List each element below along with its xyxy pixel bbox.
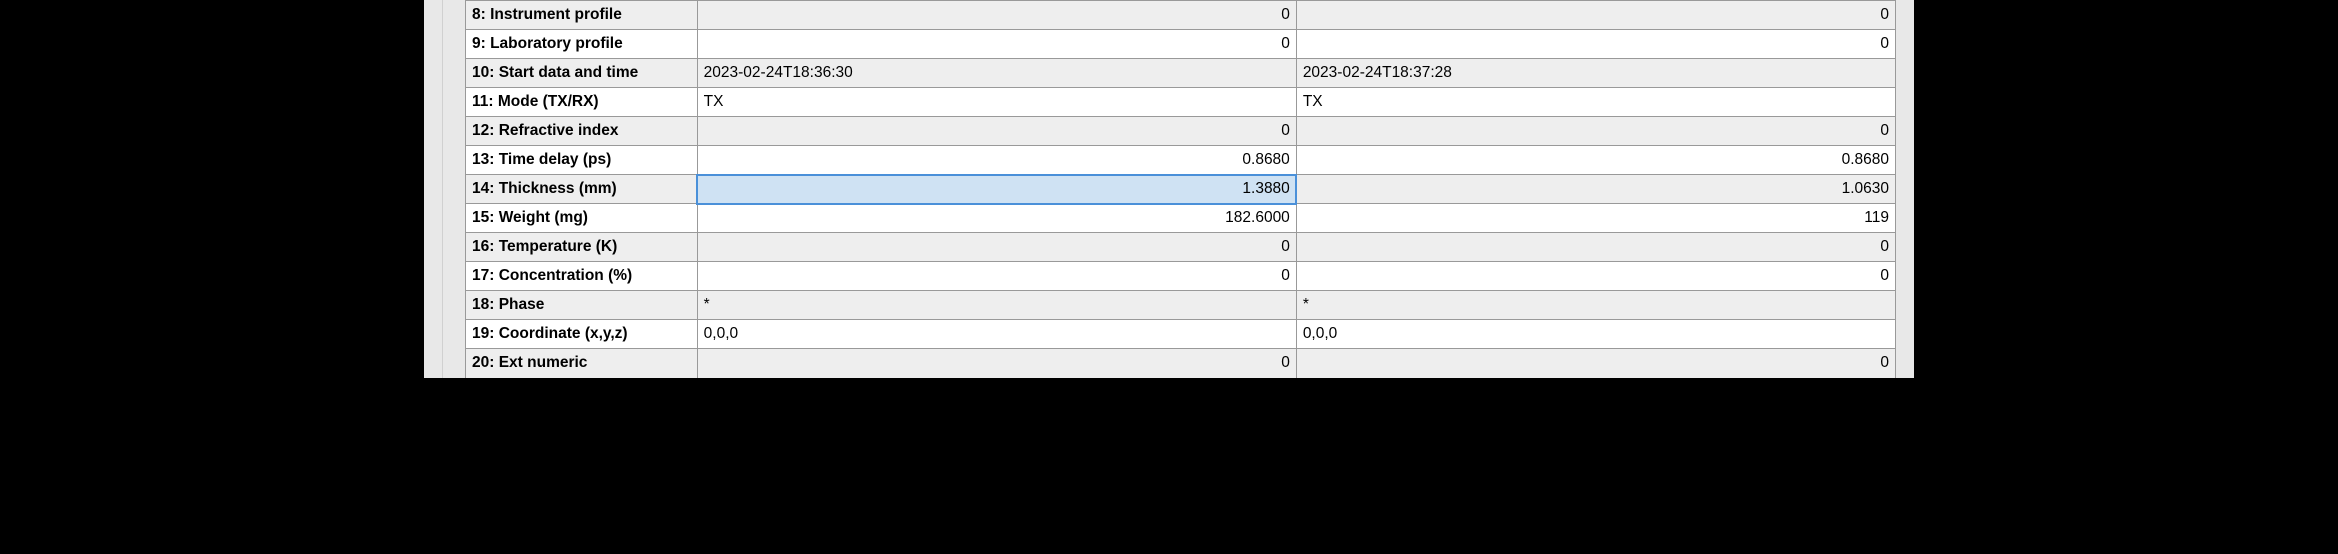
cell-col2[interactable]: 0	[1296, 349, 1895, 378]
row-label: 18: Phase	[466, 291, 698, 320]
cell-col2[interactable]: 0	[1296, 1, 1895, 30]
properties-table: 8: Instrument profile009: Laboratory pro…	[465, 0, 1896, 378]
table-row: 14: Thickness (mm)1.38801.0630	[466, 175, 1896, 204]
row-label: 11: Mode (TX/RX)	[466, 88, 698, 117]
table-row: 10: Start data and time2023-02-24T18:36:…	[466, 59, 1896, 88]
row-label: 16: Temperature (K)	[466, 233, 698, 262]
cell-col2[interactable]: 0	[1296, 233, 1895, 262]
cell-col2[interactable]: 0	[1296, 262, 1895, 291]
table-row: 17: Concentration (%)00	[466, 262, 1896, 291]
row-label: 17: Concentration (%)	[466, 262, 698, 291]
table-row: 15: Weight (mg)182.6000119	[466, 204, 1896, 233]
cell-col1[interactable]: 2023-02-24T18:36:30	[697, 59, 1296, 88]
cell-col1[interactable]: 182.6000	[697, 204, 1296, 233]
cell-col1[interactable]: TX	[697, 88, 1296, 117]
cell-col1[interactable]: 0	[697, 233, 1296, 262]
row-label: 12: Refractive index	[466, 117, 698, 146]
table-row: 9: Laboratory profile00	[466, 30, 1896, 59]
table-row: 8: Instrument profile00	[466, 1, 1896, 30]
cell-col1[interactable]: 0,0,0	[697, 320, 1296, 349]
table-row: 12: Refractive index00	[466, 117, 1896, 146]
cell-col2[interactable]: *	[1296, 291, 1895, 320]
table-row: 13: Time delay (ps)0.86800.8680	[466, 146, 1896, 175]
cell-col1[interactable]: 0	[697, 117, 1296, 146]
cell-col1[interactable]: 0.8680	[697, 146, 1296, 175]
content-frame: 8: Instrument profile009: Laboratory pro…	[442, 0, 1896, 378]
cell-col2[interactable]: 0.8680	[1296, 146, 1895, 175]
row-label: 9: Laboratory profile	[466, 30, 698, 59]
table-row: 11: Mode (TX/RX)TXTX	[466, 88, 1896, 117]
cell-col2[interactable]: TX	[1296, 88, 1895, 117]
cell-col2[interactable]: 0	[1296, 30, 1895, 59]
cell-col2[interactable]: 0	[1296, 117, 1895, 146]
cell-col2[interactable]: 0,0,0	[1296, 320, 1895, 349]
row-label: 10: Start data and time	[466, 59, 698, 88]
row-label: 20: Ext numeric	[466, 349, 698, 378]
table-row: 18: Phase**	[466, 291, 1896, 320]
cell-col2[interactable]: 119	[1296, 204, 1895, 233]
cell-col2[interactable]: 2023-02-24T18:37:28	[1296, 59, 1895, 88]
cell-col1[interactable]: 0	[697, 262, 1296, 291]
row-label: 19: Coordinate (x,y,z)	[466, 320, 698, 349]
table-row: 16: Temperature (K)00	[466, 233, 1896, 262]
table-row: 20: Ext numeric00	[466, 349, 1896, 378]
row-label: 14: Thickness (mm)	[466, 175, 698, 204]
cell-col1[interactable]: 0	[697, 30, 1296, 59]
cell-col1[interactable]: *	[697, 291, 1296, 320]
page-background: 8: Instrument profile009: Laboratory pro…	[424, 0, 1914, 378]
table-row: 19: Coordinate (x,y,z)0,0,00,0,0	[466, 320, 1896, 349]
cell-col1[interactable]: 1.3880	[697, 175, 1296, 204]
cell-col1[interactable]: 0	[697, 1, 1296, 30]
row-label: 13: Time delay (ps)	[466, 146, 698, 175]
cell-col1[interactable]: 0	[697, 349, 1296, 378]
row-label: 15: Weight (mg)	[466, 204, 698, 233]
row-label: 8: Instrument profile	[466, 1, 698, 30]
cell-col2[interactable]: 1.0630	[1296, 175, 1895, 204]
